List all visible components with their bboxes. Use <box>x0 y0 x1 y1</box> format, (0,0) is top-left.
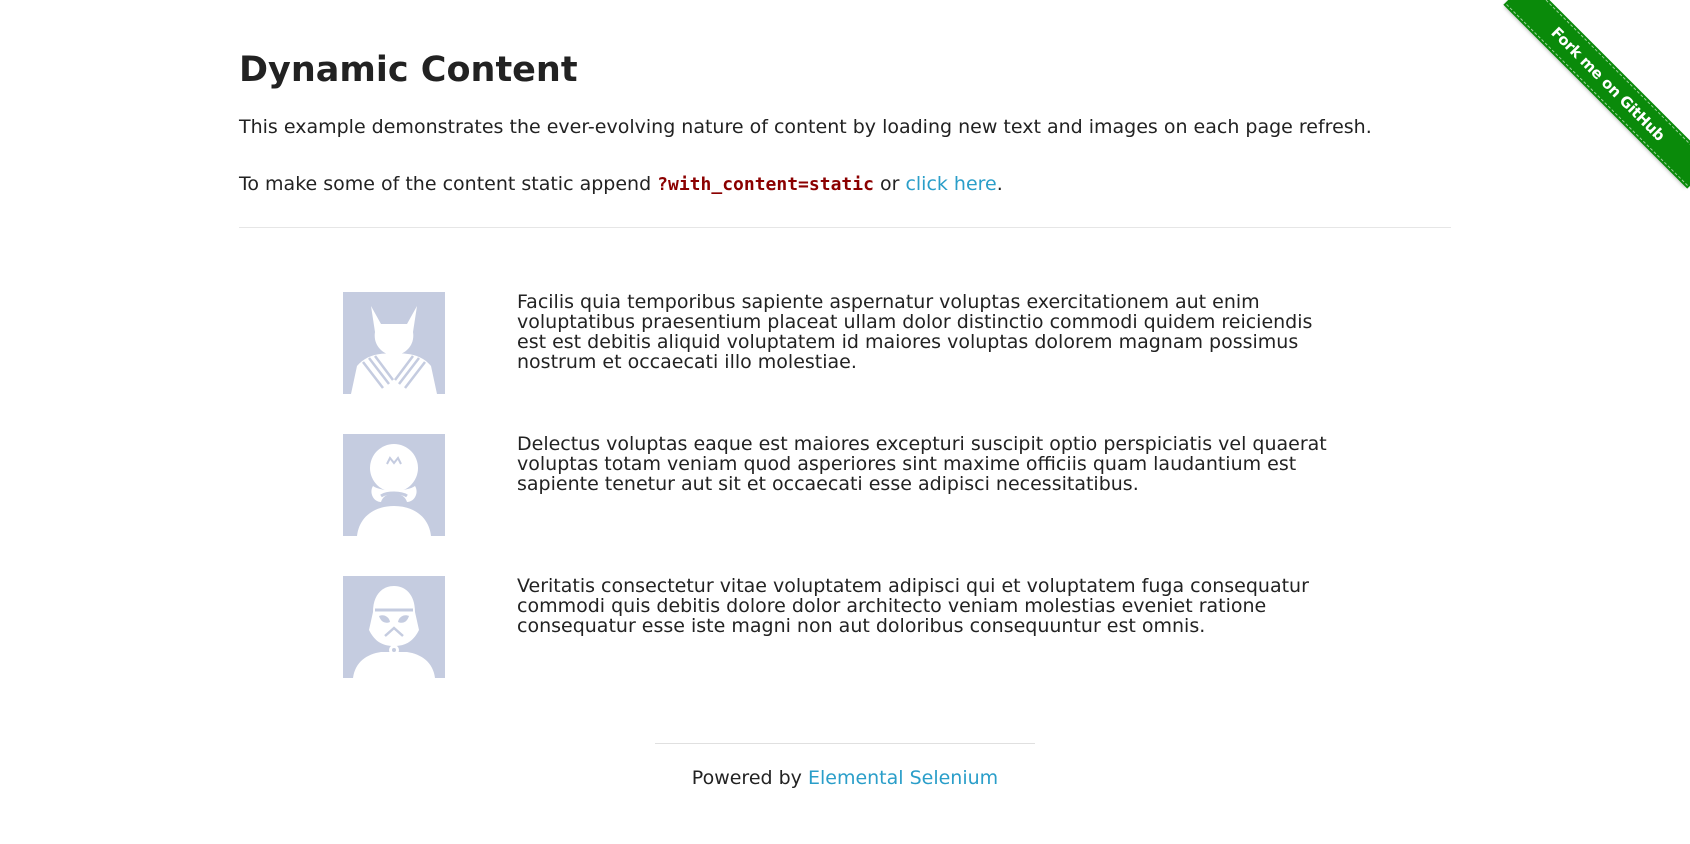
footer: Powered by Elemental Selenium <box>0 767 1690 789</box>
github-ribbon-container: Fork me on GitHub <box>1490 0 1690 200</box>
footer-prefix: Powered by <box>691 767 808 789</box>
page: Fork me on GitHub Dynamic Content This e… <box>0 0 1690 844</box>
static-note-prefix: To make some of the content static appen… <box>239 173 658 195</box>
footer-divider <box>655 743 1035 744</box>
row-text: Facilis quia temporibus sapiente asperna… <box>517 291 1313 373</box>
mario-avatar-icon <box>343 434 445 536</box>
wolverine-avatar-icon <box>343 292 445 394</box>
row-text: Veritatis consectetur vitae voluptatem a… <box>517 575 1309 637</box>
stormtrooper-avatar-icon <box>343 576 445 678</box>
static-note-middle: or <box>873 173 906 195</box>
click-here-link[interactable]: click here <box>905 173 996 195</box>
query-param-code: ?with_content=static <box>657 174 874 195</box>
elemental-selenium-link[interactable]: Elemental Selenium <box>808 767 998 789</box>
fork-me-ribbon-link[interactable]: Fork me on GitHub <box>1506 0 1690 186</box>
static-note: To make some of the content static appen… <box>239 173 1003 195</box>
divider <box>239 227 1451 228</box>
page-title: Dynamic Content <box>239 50 578 90</box>
intro-text: This example demonstrates the ever-evolv… <box>239 116 1372 138</box>
row-text: Delectus voluptas eaque est maiores exce… <box>517 433 1327 495</box>
static-note-suffix: . <box>996 173 1003 195</box>
